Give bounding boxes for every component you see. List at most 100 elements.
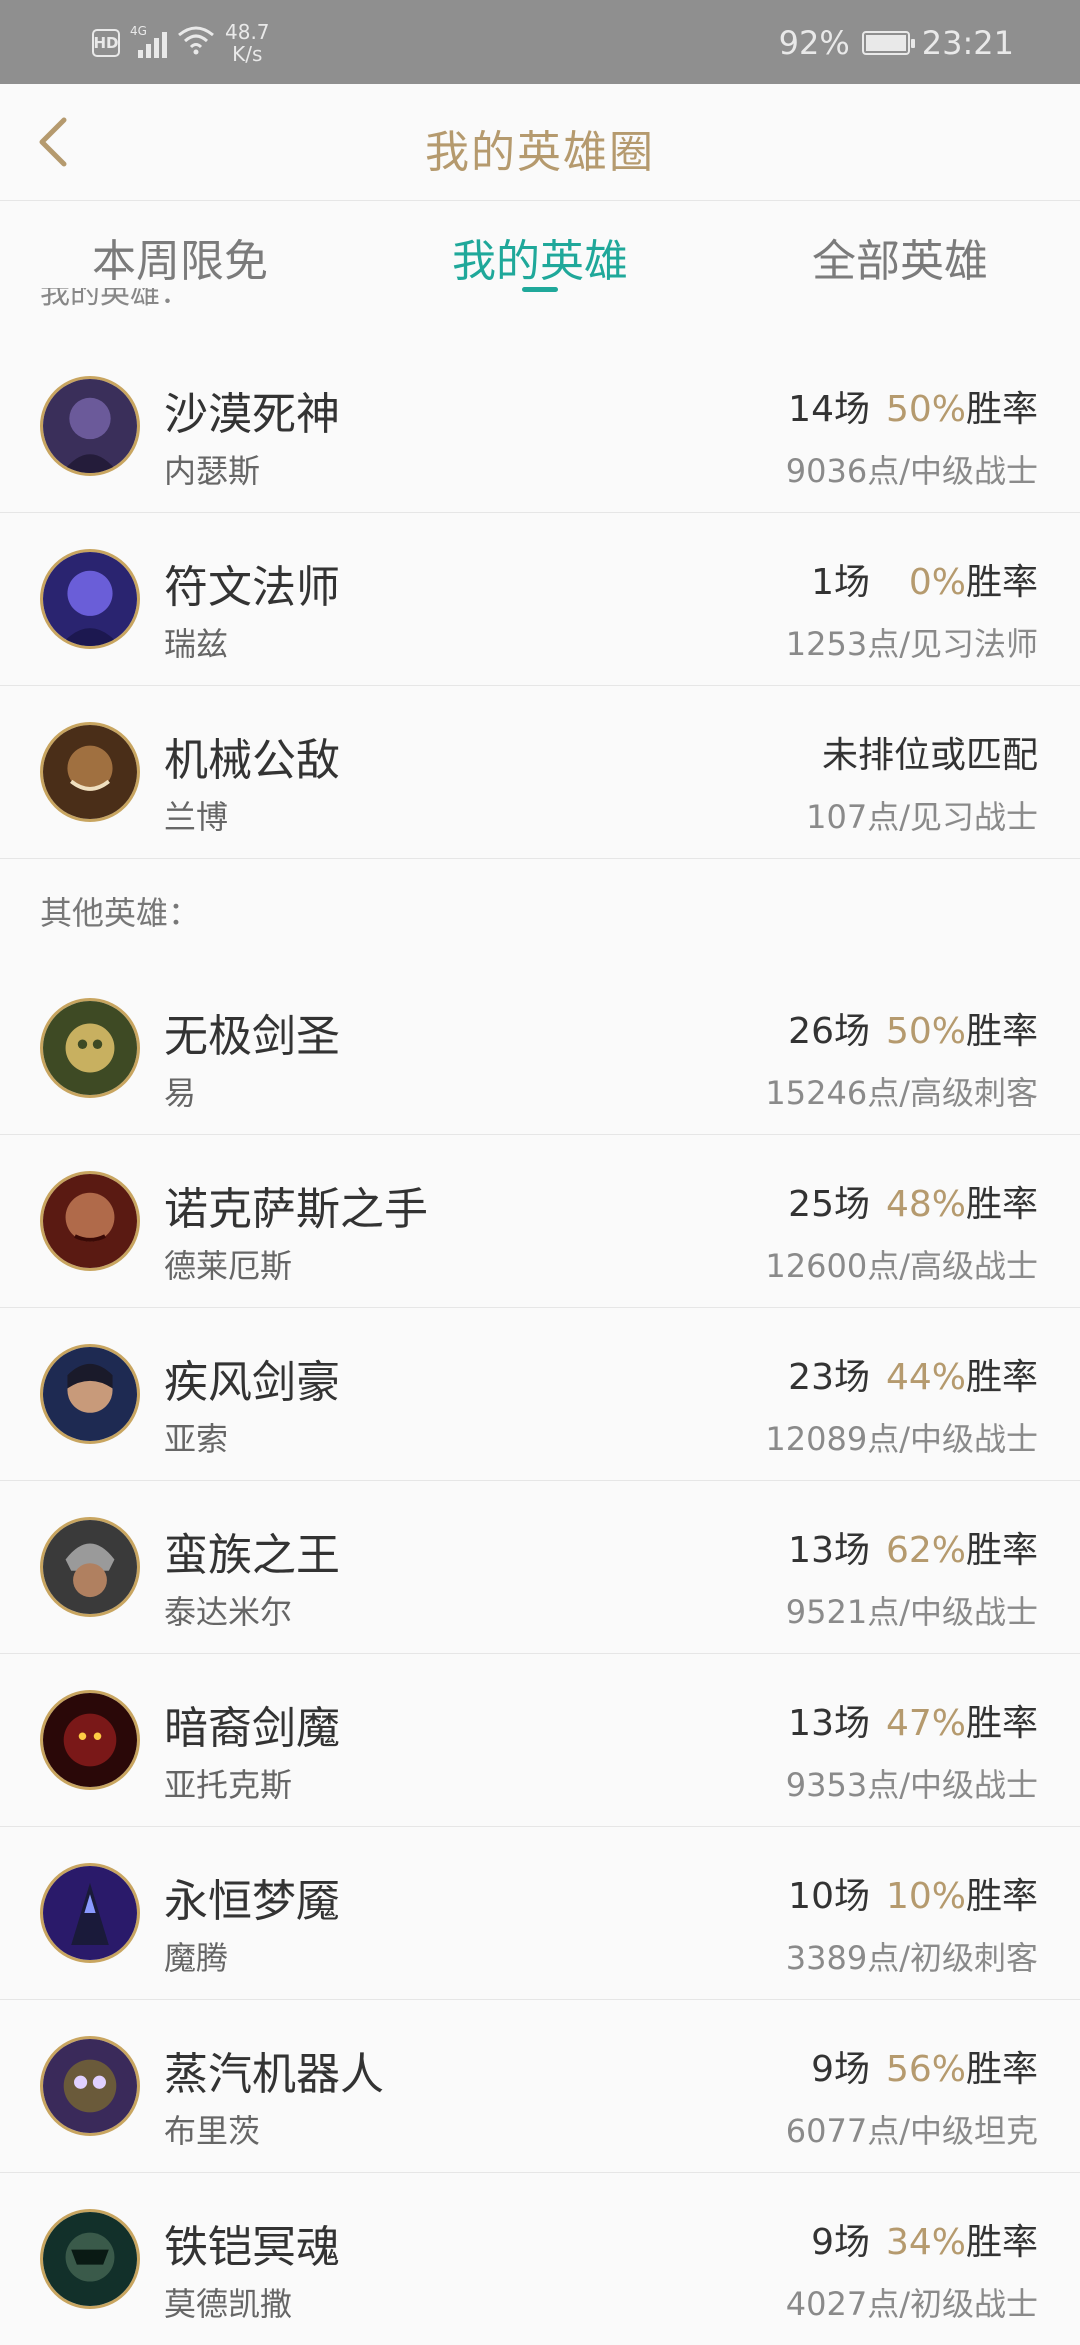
hero-title: 铁铠冥魂: [164, 2222, 340, 2273]
hero-avatar: [40, 1171, 140, 1271]
hero-row[interactable]: 符文法师 瑞兹 1场 0%胜率 1253点/见习法师: [0, 513, 1080, 686]
games-count: 13场: [788, 1703, 870, 1744]
hero-name: 亚托克斯: [164, 1766, 293, 1804]
hero-stats: 23场 44%胜率: [788, 1348, 1038, 1400]
hero-avatar: [40, 1344, 140, 1444]
hero-name: 德莱厄斯: [164, 1247, 293, 1285]
win-rate: 50%: [885, 389, 966, 430]
hero-avatar: [40, 1690, 140, 1790]
win-rate: 56%: [885, 2049, 966, 2090]
hero-row[interactable]: 沙漠死神 内瑟斯 14场 50%胜率 9036点/中级战士: [0, 340, 1080, 513]
app-header: 我的英雄圈: [0, 84, 1080, 201]
hero-avatar: [40, 1863, 140, 1963]
games-count: 1场: [811, 562, 870, 603]
hero-name: 莫德凯撒: [164, 2285, 293, 2323]
status-bar: HD 4G 48.7 K/s 92% 23:21: [0, 0, 1080, 84]
win-rate-label: 胜率: [965, 389, 1038, 430]
win-rate-label: 胜率: [965, 562, 1038, 603]
games-count: 23场: [788, 1357, 870, 1398]
network-speed: 48.7 K/s: [225, 20, 270, 66]
hero-points: 4027点/初级战士: [785, 2285, 1038, 2323]
hero-title: 沙漠死神: [164, 389, 340, 440]
win-rate-label: 胜率: [965, 2222, 1038, 2263]
hero-stats: 1场 0%胜率: [811, 553, 1038, 605]
games-count: 9场: [811, 2222, 870, 2263]
hero-stats: 26场 50%胜率: [788, 1002, 1038, 1054]
hero-stats: 10场 10%胜率: [788, 1867, 1038, 1919]
win-rate: 34%: [885, 2222, 966, 2263]
tab-all-heroes[interactable]: 全部英雄: [720, 225, 1080, 289]
hero-points: 12600点/高级战士: [765, 1247, 1038, 1285]
hero-avatar: [40, 722, 140, 822]
win-rate-label: 胜率: [965, 1876, 1038, 1917]
win-rate: 0%: [908, 562, 966, 603]
hero-stats: 25场 48%胜率: [788, 1175, 1038, 1227]
hero-name: 兰博: [164, 798, 229, 836]
page-title: 我的英雄圈: [425, 127, 655, 178]
win-rate-label: 胜率: [965, 1184, 1038, 1225]
hero-points: 12089点/中级战士: [765, 1420, 1038, 1458]
win-rate-label: 胜率: [965, 2049, 1038, 2090]
hero-name: 魔腾: [164, 1939, 229, 1977]
hero-row[interactable]: 暗裔剑魔 亚托克斯 13场 47%胜率 9353点/中级战士: [0, 1654, 1080, 1827]
tab-weekly-free[interactable]: 本周限免: [0, 225, 360, 289]
hero-points: 6077点/中级坦克: [785, 2112, 1038, 2150]
hero-row[interactable]: 无极剑圣 易 26场 50%胜率 15246点/高级刺客: [0, 962, 1080, 1135]
hero-name: 易: [164, 1074, 197, 1112]
hero-name: 泰达米尔: [164, 1593, 293, 1631]
hero-row[interactable]: 蛮族之王 泰达米尔 13场 62%胜率 9521点/中级战士: [0, 1481, 1080, 1654]
hero-stats: 9场 56%胜率: [811, 2040, 1038, 2092]
tab-my-heroes[interactable]: 我的英雄: [360, 225, 720, 289]
hero-row[interactable]: 铁铠冥魂 莫德凯撒 9场 34%胜率 4027点/初级战士: [0, 2173, 1080, 2345]
hero-stats: 14场 50%胜率: [788, 380, 1038, 432]
hero-row[interactable]: 永恒梦魇 魔腾 10场 10%胜率 3389点/初级刺客: [0, 1827, 1080, 2000]
games-count: 10场: [788, 1876, 870, 1917]
hero-status: 未排位或匹配: [821, 735, 1038, 776]
win-rate-label: 胜率: [965, 1011, 1038, 1052]
hero-points: 9521点/中级战士: [785, 1593, 1038, 1631]
games-count: 9场: [811, 2049, 870, 2090]
battery-charging-icon: [861, 31, 915, 55]
hero-avatar: [40, 376, 140, 476]
win-rate: 10%: [885, 1876, 966, 1917]
hero-avatar: [40, 1517, 140, 1617]
hero-points: 107点/见习战士: [806, 798, 1038, 836]
hero-row[interactable]: 疾风剑豪 亚索 23场 44%胜率 12089点/中级战士: [0, 1308, 1080, 1481]
hero-name: 布里茨: [164, 2112, 261, 2150]
hero-avatar: [40, 2209, 140, 2309]
win-rate: 47%: [885, 1703, 966, 1744]
hero-points: 9036点/中级战士: [785, 452, 1038, 490]
hero-title: 无极剑圣: [164, 1011, 340, 1062]
hero-name: 内瑟斯: [164, 452, 261, 490]
hero-stats: 13场 62%胜率: [788, 1521, 1038, 1573]
games-count: 13场: [788, 1530, 870, 1571]
hd-icon: HD: [92, 29, 120, 57]
signal-icon: 4G: [130, 24, 167, 58]
games-count: 26场: [788, 1011, 870, 1052]
hero-title: 蒸汽机器人: [164, 2049, 384, 2100]
hero-points: 1253点/见习法师: [785, 625, 1038, 663]
games-count: 14场: [788, 389, 870, 430]
win-rate: 44%: [885, 1357, 966, 1398]
hero-title: 暗裔剑魔: [164, 1703, 340, 1754]
hero-points: 3389点/初级刺客: [785, 1939, 1038, 1977]
hero-title: 符文法师: [164, 562, 340, 613]
hero-avatar: [40, 998, 140, 1098]
hero-avatar: [40, 549, 140, 649]
hero-stats: 13场 47%胜率: [788, 1694, 1038, 1746]
games-count: 25场: [788, 1184, 870, 1225]
hero-row[interactable]: 机械公敌 兰博 未排位或匹配 107点/见习战士: [0, 686, 1080, 859]
win-rate-label: 胜率: [965, 1703, 1038, 1744]
hero-row[interactable]: 诺克萨斯之手 德莱厄斯 25场 48%胜率 12600点/高级战士: [0, 1135, 1080, 1308]
hero-title: 诺克萨斯之手: [164, 1184, 428, 1235]
hero-name: 瑞兹: [164, 625, 229, 663]
status-right: 92% 23:21: [779, 18, 1014, 68]
hero-title: 疾风剑豪: [164, 1357, 340, 1408]
hero-row[interactable]: 蒸汽机器人 布里茨 9场 56%胜率 6077点/中级坦克: [0, 2000, 1080, 2173]
hero-name: 亚索: [164, 1420, 229, 1458]
hero-points: 9353点/中级战士: [785, 1766, 1038, 1804]
hero-title: 蛮族之王: [164, 1530, 340, 1581]
active-tab-indicator: [522, 287, 558, 292]
clock: 23:21: [921, 24, 1014, 62]
status-left: HD 4G 48.7 K/s: [92, 18, 270, 68]
